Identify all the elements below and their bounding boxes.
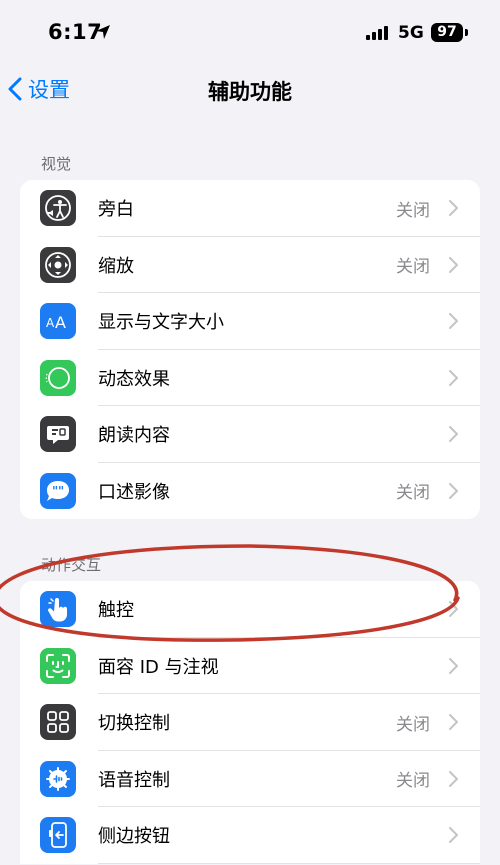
switch-control-icon — [40, 704, 76, 740]
face-id-icon — [40, 647, 76, 684]
settings-group-physical-motor: 触控 面容 ID 与注视 切换控制 关闭 语音控制 关闭 侧边按钮 — [20, 581, 480, 864]
row-side-button[interactable]: 侧边按钮 — [20, 807, 480, 864]
battery-tip — [465, 29, 468, 36]
chevron-right-icon — [449, 256, 458, 273]
chevron-right-icon — [449, 200, 458, 216]
chevron-right-icon — [449, 770, 458, 787]
row-label: 切换控制 — [98, 713, 170, 735]
row-spoken-content[interactable]: 朗读内容 — [20, 406, 480, 463]
audio-description-icon: " " — [40, 472, 76, 509]
row-display-text-size[interactable]: A A 显示与文字大小 — [20, 293, 480, 350]
network-type: 5G — [398, 23, 424, 43]
page-title: 辅助功能 — [208, 80, 292, 104]
voice-control-icon — [40, 760, 76, 797]
row-label: 旁白 — [98, 199, 134, 221]
chevron-right-icon — [449, 601, 458, 617]
touch-hand-icon — [40, 591, 76, 627]
cellular-signal-icon — [366, 24, 388, 40]
settings-group-vision: 旁白 关闭 缩放 关闭 A A 显示与文字大小 动态效果 朗读内容 " " 口述… — [20, 180, 480, 519]
row-label: 触控 — [98, 600, 134, 622]
row-audio-descriptions[interactable]: " " 口述影像 关闭 — [20, 463, 480, 520]
chevron-right-icon — [449, 714, 458, 730]
row-label: 口述影像 — [98, 481, 170, 503]
row-label: 缩放 — [98, 255, 134, 277]
text-size-icon: A A — [40, 303, 76, 339]
battery-level: 97 — [431, 23, 463, 42]
chevron-right-icon — [449, 482, 458, 499]
status-bar: 6:17 5G 97 — [0, 0, 500, 60]
row-value: 关闭 — [396, 200, 430, 221]
chevron-right-icon — [449, 827, 458, 843]
row-voiceover[interactable]: 旁白 关闭 — [20, 180, 480, 237]
chevron-right-icon — [449, 426, 458, 442]
svg-text:A: A — [46, 316, 55, 330]
voiceover-icon — [40, 190, 76, 226]
row-value: 关闭 — [396, 714, 430, 735]
navigation-bar: 设置 辅助功能 — [0, 64, 500, 114]
spoken-content-icon — [40, 416, 76, 452]
row-switch-control[interactable]: 切换控制 关闭 — [20, 694, 480, 751]
motion-icon — [40, 359, 76, 396]
chevron-right-icon — [449, 313, 458, 329]
row-face-id-attention[interactable]: 面容 ID 与注视 — [20, 638, 480, 694]
section-header-physical-motor: 动作交互 — [41, 556, 102, 574]
row-touch[interactable]: 触控 — [20, 581, 480, 638]
row-label: 面容 ID 与注视 — [98, 656, 219, 678]
row-label: 显示与文字大小 — [98, 312, 224, 334]
zoom-icon — [40, 246, 76, 283]
side-button-icon — [40, 817, 76, 853]
chevron-right-icon — [449, 369, 458, 386]
row-label: 动态效果 — [98, 368, 170, 390]
row-label: 朗读内容 — [98, 425, 170, 447]
row-label: 侧边按钮 — [98, 826, 170, 848]
row-value: 关闭 — [396, 483, 430, 504]
row-zoom[interactable]: 缩放 关闭 — [20, 237, 480, 293]
svg-text:": " — [58, 484, 64, 498]
row-separator — [98, 862, 480, 864]
row-voice-control[interactable]: 语音控制 关闭 — [20, 751, 480, 807]
row-value: 关闭 — [396, 257, 430, 278]
svg-text:A: A — [55, 313, 66, 332]
row-motion[interactable]: 动态效果 — [20, 350, 480, 406]
chevron-right-icon — [449, 657, 458, 674]
row-value: 关闭 — [396, 771, 430, 792]
row-label: 语音控制 — [98, 769, 170, 791]
section-header-vision: 视觉 — [41, 155, 72, 173]
location-arrow-icon — [96, 25, 110, 39]
